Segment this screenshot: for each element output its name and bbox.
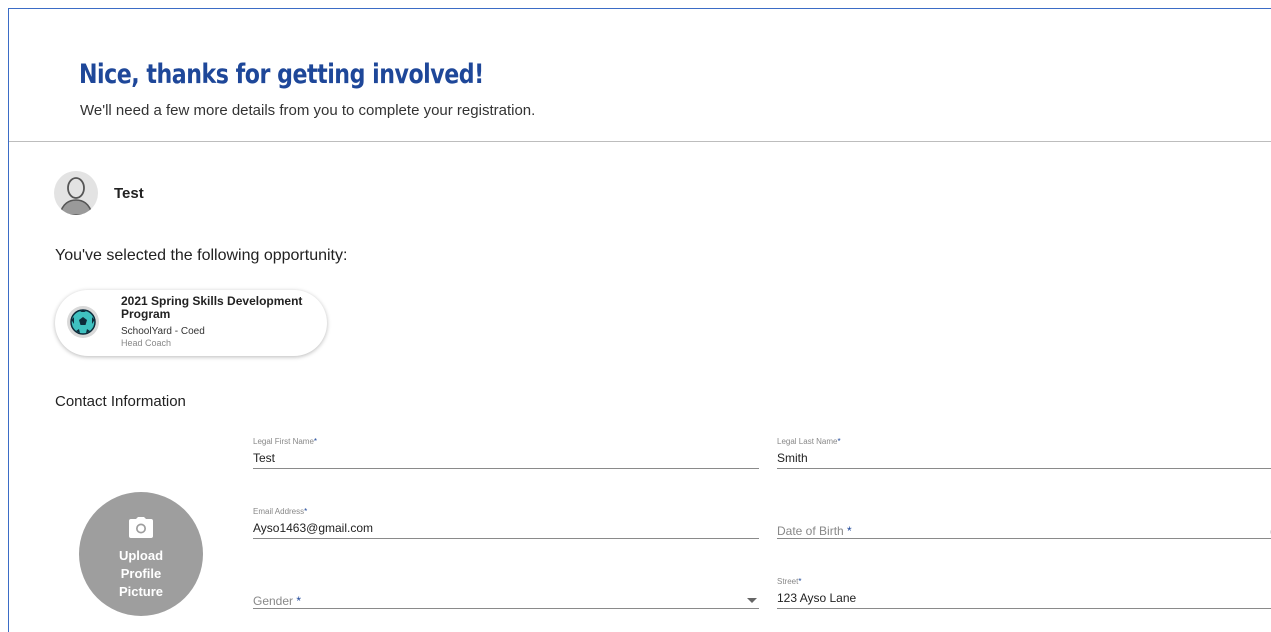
camera-icon — [129, 517, 153, 538]
legal-first-name-value: Test — [253, 451, 276, 465]
opportunity-card[interactable]: 2021 Spring Skills Development Program S… — [55, 290, 327, 356]
date-of-birth-placeholder: Date of Birth — [777, 524, 844, 538]
date-of-birth-field[interactable]: Date of Birth * ( — [777, 507, 1271, 539]
soccer-ball-icon — [67, 306, 99, 338]
user-name: Test — [114, 184, 144, 202]
legal-last-name-field[interactable]: Legal Last Name* Smith — [777, 437, 1271, 469]
legal-last-name-label: Legal Last Name — [777, 437, 838, 446]
email-label: Email Address — [253, 507, 305, 516]
legal-first-name-label: Legal First Name — [253, 437, 314, 446]
user-silhouette-icon — [54, 171, 98, 215]
page-subtitle: We'll need a few more details from you t… — [80, 102, 536, 119]
contact-information-heading: Contact Information — [55, 393, 186, 410]
opportunity-role: Head Coach — [121, 338, 172, 348]
gender-placeholder: Gender — [253, 594, 294, 608]
email-value: Ayso1463@gmail.com — [253, 521, 374, 535]
street-label: Street — [777, 577, 799, 586]
street-value: 123 Ayso Lane — [777, 591, 857, 605]
page-header: Nice, thanks for getting involved! We'll… — [9, 9, 1271, 142]
gender-select[interactable]: Gender * — [253, 577, 759, 609]
page-title: Nice, thanks for getting involved! — [79, 59, 484, 90]
dropdown-arrow-icon[interactable] — [747, 598, 757, 603]
opportunity-heading: You've selected the following opportunit… — [55, 247, 348, 264]
upload-label: Upload Profile Picture — [118, 548, 164, 599]
opportunity-title: 2021 Spring Skills Development Program — [121, 294, 303, 321]
upload-profile-picture-button[interactable]: Upload Profile Picture — [79, 492, 203, 616]
email-field[interactable]: Email Address* Ayso1463@gmail.com — [253, 507, 759, 539]
legal-first-name-field[interactable]: Legal First Name* Test — [253, 437, 759, 469]
street-field[interactable]: Street* 123 Ayso Lane — [777, 577, 1271, 609]
user-row: Test — [54, 171, 144, 215]
legal-last-name-value: Smith — [777, 451, 808, 465]
registration-panel: Nice, thanks for getting involved! We'll… — [8, 8, 1271, 632]
opportunity-subtitle: SchoolYard - Coed — [121, 326, 205, 337]
